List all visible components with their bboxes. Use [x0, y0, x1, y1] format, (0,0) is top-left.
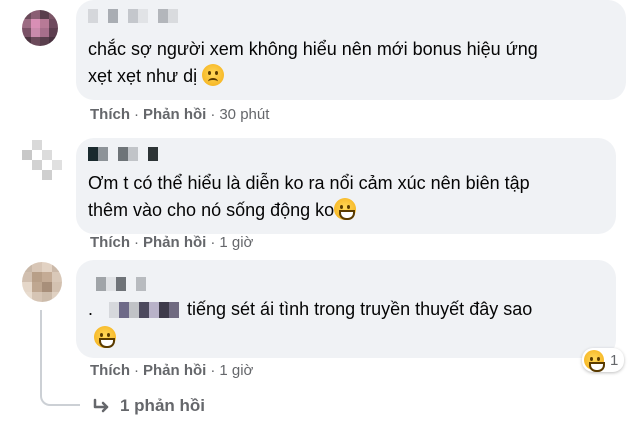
comment-actions: Thích · Phản hồi · 1 giờ — [90, 234, 253, 251]
comment-text: chắc sợ người xem không hiểu nên mới bon… — [88, 39, 538, 87]
comment-actions: Thích · Phản hồi · 1 giờ — [90, 362, 253, 379]
separator: · — [210, 234, 216, 251]
view-replies-label: 1 phản hồi — [120, 396, 205, 415]
reply-button[interactable]: Phản hồi — [143, 106, 206, 123]
author-name-redacted[interactable] — [88, 146, 158, 162]
reaction-summary[interactable]: 1 — [582, 348, 625, 372]
comment-2: Ơm t có thể hiểu là diễn ko ra nổi cảm x… — [0, 130, 638, 258]
timestamp[interactable]: 30 phút — [219, 106, 269, 123]
sad-tear-face-icon — [202, 64, 225, 87]
comment-actions: Thích · Phản hồi · 30 phút — [90, 106, 269, 123]
separator: · — [134, 106, 139, 123]
timestamp[interactable]: 1 giờ — [219, 362, 253, 379]
haha-reaction-icon — [584, 350, 605, 372]
comment-bubble: chắc sợ người xem không hiểu nên mới bon… — [76, 0, 626, 100]
comment-text: Ơm t có thể hiểu là diễn ko ra nổi cảm x… — [88, 173, 530, 221]
view-replies-button[interactable]: 1 phản hồi — [92, 396, 205, 416]
reply-button[interactable]: Phản hồi — [143, 362, 206, 379]
comment-bubble: Ơm t có thể hiểu là diễn ko ra nổi cảm x… — [76, 138, 616, 234]
timestamp[interactable]: 1 giờ — [219, 234, 253, 251]
text-prefix: . — [88, 299, 94, 319]
separator: · — [210, 362, 216, 379]
author-name-redacted[interactable] — [88, 8, 178, 24]
like-button[interactable]: Thích — [90, 106, 130, 123]
reply-arrow-icon — [92, 398, 112, 414]
comment-1: chắc sợ người xem không hiểu nên mới bon… — [0, 0, 638, 130]
comment-text: . tiếng sét ái tình trong truyền thuyết … — [88, 296, 608, 352]
comment-bubble: . tiếng sét ái tình trong truyền thuyết … — [76, 260, 616, 358]
reply-button[interactable]: Phản hồi — [143, 234, 206, 251]
comment-3: . tiếng sét ái tình trong truyền thuyết … — [0, 258, 638, 388]
grimacing-face-icon — [94, 326, 116, 349]
separator: · — [210, 106, 216, 123]
avatar[interactable] — [22, 262, 62, 302]
mention-redacted[interactable] — [109, 301, 180, 318]
author-name-redacted[interactable] — [96, 276, 146, 292]
avatar[interactable] — [22, 10, 58, 46]
grinning-face-icon — [334, 198, 357, 221]
avatar[interactable] — [22, 140, 62, 180]
reaction-count: 1 — [610, 351, 619, 369]
separator: · — [134, 234, 139, 251]
like-button[interactable]: Thích — [90, 362, 130, 379]
like-button[interactable]: Thích — [90, 234, 130, 251]
separator: · — [134, 362, 139, 379]
